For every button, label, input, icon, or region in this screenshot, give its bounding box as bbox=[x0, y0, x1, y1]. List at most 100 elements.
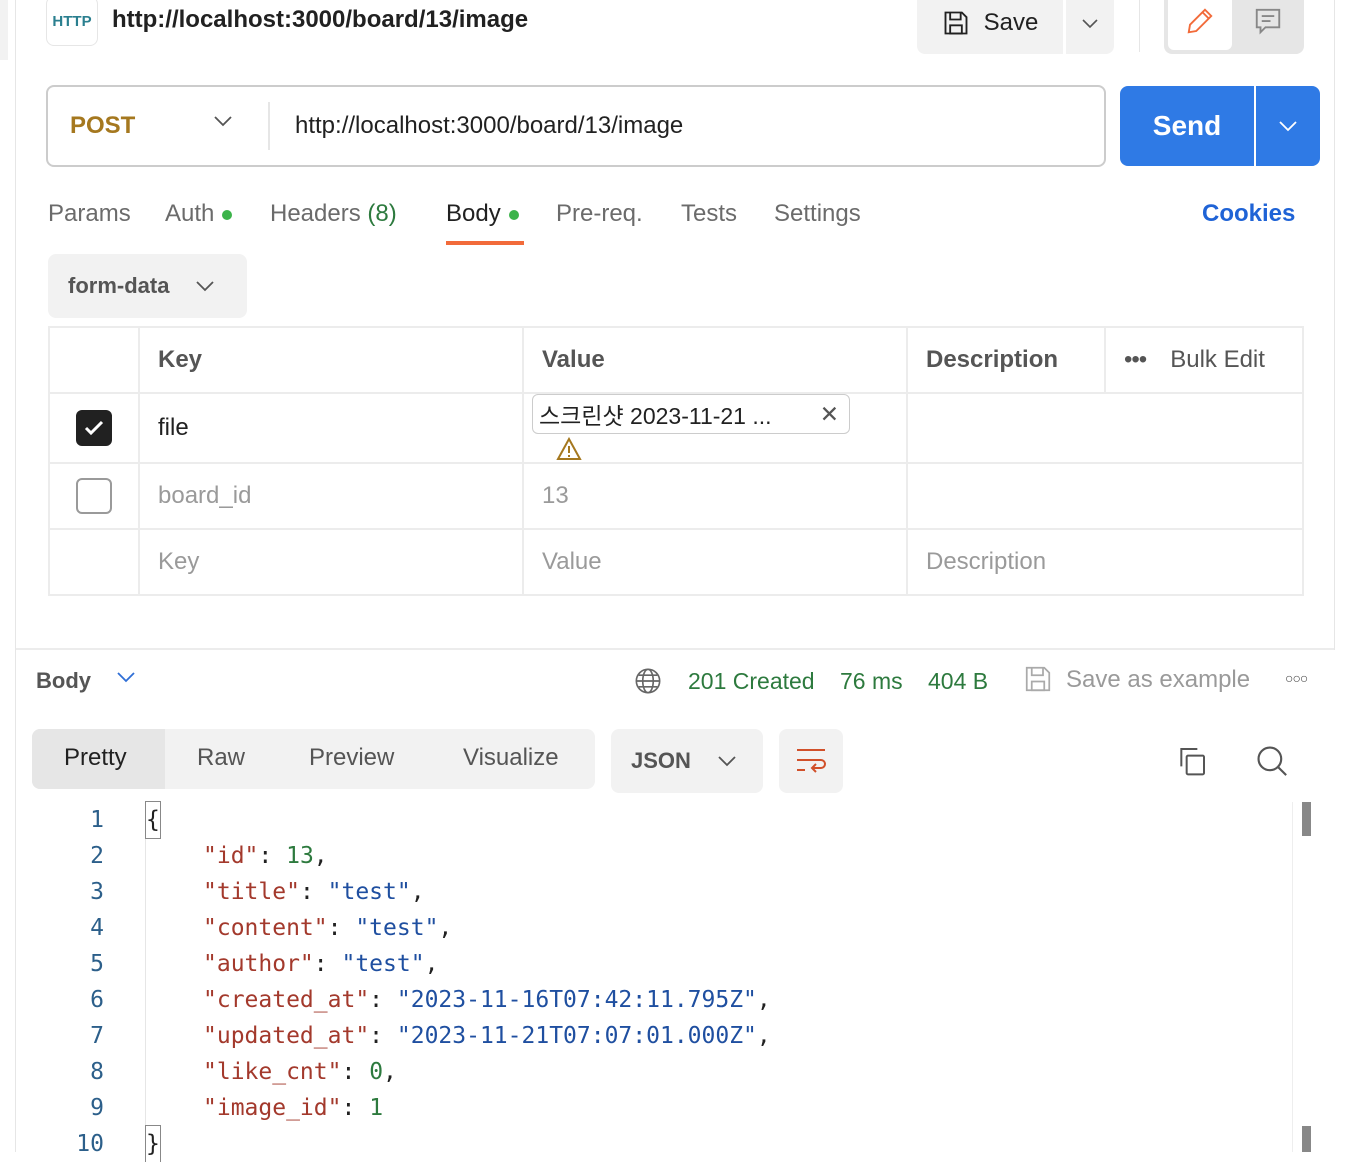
http-icon: HTTP bbox=[46, 0, 98, 46]
line-number: 9 bbox=[90, 1095, 104, 1121]
tab-headers[interactable]: Headers (8) bbox=[270, 200, 397, 228]
chevron-down-icon bbox=[196, 281, 215, 292]
json-value: "test" bbox=[327, 879, 411, 905]
tab-tests[interactable]: Tests bbox=[681, 200, 737, 228]
close-icon[interactable]: ✕ bbox=[820, 401, 839, 428]
format-label: JSON bbox=[631, 748, 691, 773]
tab-label: Tests bbox=[681, 200, 738, 227]
save-icon bbox=[944, 11, 968, 35]
file-chip[interactable]: 스크린샷 2023-11-21 ... ✕ bbox=[532, 394, 850, 434]
url-input[interactable]: http://localhost:3000/board/13/image bbox=[295, 112, 683, 140]
response-size[interactable]: 404 B bbox=[928, 668, 988, 695]
code-line: 10} bbox=[0, 1125, 1290, 1162]
save-button[interactable]: Save bbox=[917, 0, 1063, 54]
key-cell[interactable]: board_id bbox=[138, 462, 524, 530]
wrap-lines-button[interactable] bbox=[779, 729, 843, 793]
request-title[interactable]: http://localhost:3000/board/13/image bbox=[112, 6, 528, 34]
description-cell[interactable] bbox=[906, 392, 1304, 464]
json-value: 0 bbox=[369, 1059, 384, 1085]
method-select[interactable]: POST bbox=[70, 112, 135, 140]
status-dot bbox=[222, 209, 233, 220]
table-actions: ••• Bulk Edit bbox=[1104, 326, 1304, 394]
code-line: 8 "like_cnt": 0, bbox=[0, 1054, 1290, 1090]
response-section-select[interactable]: Body bbox=[36, 668, 91, 694]
value-cell[interactable]: 13 bbox=[522, 462, 908, 530]
tab-settings[interactable]: Settings bbox=[774, 200, 861, 228]
line-number: 8 bbox=[90, 1059, 104, 1085]
json-value: "2023-11-16T07:42:11.795Z" bbox=[396, 987, 757, 1013]
checkbox-cell bbox=[48, 392, 140, 464]
warning-icon bbox=[556, 436, 582, 460]
copy-icon[interactable] bbox=[1176, 745, 1208, 777]
line-number: 10 bbox=[76, 1131, 104, 1157]
description-placeholder[interactable]: Description bbox=[906, 528, 1304, 596]
comment-icon bbox=[1255, 8, 1281, 35]
checkbox-header bbox=[48, 326, 140, 394]
tab-label: Settings bbox=[774, 200, 861, 227]
scrollbar-track bbox=[1292, 802, 1293, 1152]
globe-icon[interactable] bbox=[634, 667, 662, 695]
view-preview[interactable]: Preview bbox=[309, 744, 394, 772]
value-placeholder[interactable]: Value bbox=[522, 528, 908, 596]
edit-mode-button[interactable] bbox=[1168, 0, 1232, 50]
code-line: 5 "author": "test", bbox=[0, 946, 1290, 982]
comments-button[interactable] bbox=[1236, 0, 1300, 46]
divider bbox=[268, 102, 270, 150]
chevron-down-icon[interactable] bbox=[116, 670, 136, 684]
body-type-select[interactable]: form-data bbox=[48, 254, 247, 318]
save-dropdown-button[interactable] bbox=[1066, 0, 1114, 54]
row-checkbox[interactable] bbox=[76, 410, 112, 446]
scrollbar-thumb[interactable] bbox=[1302, 802, 1311, 836]
code-line: 2 "id": 13, bbox=[0, 838, 1290, 874]
key-header: Key bbox=[138, 326, 524, 394]
tab-label: Params bbox=[48, 200, 131, 227]
brace: } bbox=[145, 1125, 161, 1162]
status-code[interactable]: 201 Created bbox=[688, 668, 815, 695]
tab-label: Headers bbox=[270, 200, 361, 227]
pencil-icon bbox=[1187, 8, 1213, 34]
line-number: 6 bbox=[90, 987, 104, 1013]
tab-params[interactable]: Params bbox=[48, 200, 131, 228]
tab-auth[interactable]: Auth bbox=[165, 200, 233, 228]
more-options-icon[interactable]: ○○○ bbox=[1285, 670, 1308, 686]
value-header: Value bbox=[522, 326, 908, 394]
key-placeholder[interactable]: Key bbox=[138, 528, 524, 596]
view-visualize[interactable]: Visualize bbox=[463, 744, 559, 772]
right-divider bbox=[1334, 0, 1335, 650]
status-dot bbox=[508, 209, 519, 220]
response-time[interactable]: 76 ms bbox=[840, 668, 903, 695]
chevron-down-icon bbox=[1082, 19, 1098, 29]
code-line: 1{ bbox=[0, 801, 1290, 839]
bulk-edit-button[interactable]: Bulk Edit bbox=[1170, 346, 1265, 373]
row-checkbox[interactable] bbox=[76, 478, 112, 514]
left-panel-tab bbox=[0, 0, 8, 60]
key-cell[interactable]: file bbox=[138, 392, 524, 464]
code-line: 7 "updated_at": "2023-11-21T07:07:01.000Z… bbox=[0, 1018, 1290, 1054]
tab-label: Pre-req. bbox=[556, 200, 643, 227]
cookies-link[interactable]: Cookies bbox=[1202, 200, 1295, 228]
save-as-example-button[interactable]: Save as example bbox=[1066, 666, 1250, 694]
json-value: "test" bbox=[355, 915, 439, 941]
tab-body[interactable]: Body bbox=[446, 200, 519, 228]
search-icon[interactable] bbox=[1255, 744, 1289, 778]
chevron-down-icon[interactable] bbox=[212, 114, 234, 128]
send-button[interactable]: Send bbox=[1120, 86, 1254, 166]
more-icon[interactable]: ••• bbox=[1124, 346, 1147, 373]
send-dropdown-button[interactable] bbox=[1256, 86, 1320, 166]
table-row: board_id 13 bbox=[48, 462, 1304, 530]
description-cell[interactable] bbox=[906, 462, 1304, 530]
form-data-table: Key Value Description ••• Bulk Edit file … bbox=[48, 326, 1304, 596]
view-pretty[interactable]: Pretty bbox=[64, 744, 127, 772]
check-icon bbox=[84, 420, 104, 436]
value-cell: 스크린샷 2023-11-21 ... ✕ bbox=[522, 392, 908, 464]
scrollbar-thumb[interactable] bbox=[1302, 1126, 1311, 1152]
format-select[interactable]: JSON bbox=[611, 729, 763, 793]
code-line: 6 "created_at": "2023-11-16T07:42:11.795Z… bbox=[0, 982, 1290, 1018]
tab-pre-request[interactable]: Pre-req. bbox=[556, 200, 643, 228]
line-number: 5 bbox=[90, 951, 104, 977]
json-value: "test" bbox=[341, 951, 425, 977]
response-body-code[interactable]: 1{ 2 "id": 13, 3 "title": "test", 4 "conten… bbox=[0, 801, 1290, 1162]
tab-label: Body bbox=[446, 200, 501, 227]
view-raw[interactable]: Raw bbox=[197, 744, 245, 772]
description-header: Description bbox=[906, 326, 1105, 394]
